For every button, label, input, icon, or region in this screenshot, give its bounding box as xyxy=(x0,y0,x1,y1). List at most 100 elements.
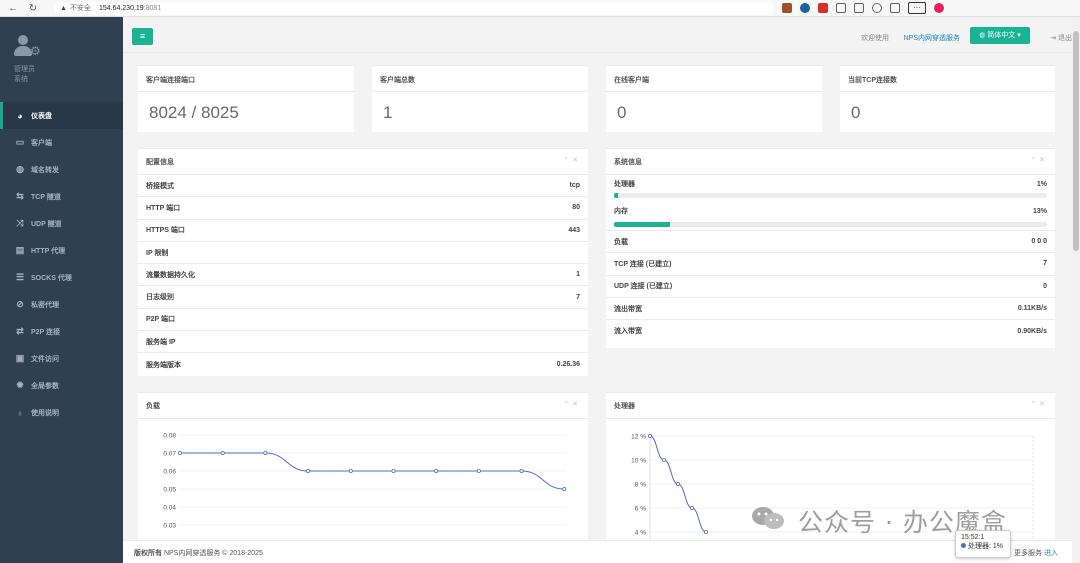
panel-title: 负载 xyxy=(146,403,160,410)
row-label: HTTP 端口 xyxy=(146,204,181,212)
extension-icon[interactable] xyxy=(782,3,792,13)
stat-title: 客户端总数 xyxy=(380,77,415,84)
data-point xyxy=(476,469,481,474)
tooltip-time: 15:52:1 xyxy=(961,534,985,541)
wechat-logo-icon xyxy=(752,507,784,529)
close-icon[interactable]: ✕ xyxy=(1039,401,1048,408)
system-panel: 系统信息 ⌃✕ 处理器 1% 内存 13% 负载 0 0 0 TCP 连接 (已建立… xyxy=(606,148,1055,348)
server-icon: ▤ xyxy=(15,245,25,255)
sidebar-menu: ◕ 仪表盘 ▭ 客户端 ◍ 域名转发 ⇆ TCP 隧道 ⤨ UDP 隧道 ▤ HTTP 代理 ☰ SOCK… xyxy=(0,102,123,426)
load-line-chart: 0.08 0.07 0.06 0.05 0.04 0.03 xyxy=(163,433,567,530)
info-row: 流入带宽 0.90KB/s xyxy=(606,320,1055,342)
row-value: 7 xyxy=(1043,260,1047,268)
collapse-icon[interactable]: ⌃ xyxy=(1030,401,1039,408)
close-icon[interactable]: ✕ xyxy=(572,157,581,164)
footer: 版权所有 NPS内网穿透服务 © 2018-2025 更多服务 进入 xyxy=(123,540,1080,563)
sidebar-item-label: 私密代理 xyxy=(31,301,59,309)
info-row: 桥接模式 tcp xyxy=(138,175,588,198)
browser-toolbar: ← ↻ ▲ 不安全 154.64.230.19 :8081 ··· xyxy=(0,0,1080,17)
data-point xyxy=(178,451,183,456)
sidebar-item[interactable]: ⇄ P2P 连接 xyxy=(0,318,123,345)
monitor-icon: ▭ xyxy=(15,137,25,147)
sidebar-item[interactable]: ▤ HTTP 代理 xyxy=(0,237,123,264)
extension-icon[interactable] xyxy=(818,3,828,13)
row-label: IP 限制 xyxy=(146,249,169,257)
stat-title: 在线客户端 xyxy=(614,77,649,84)
collapse-icon[interactable]: ⌃ xyxy=(1030,157,1039,164)
data-point xyxy=(306,469,311,474)
sidebar-item[interactable]: ⤨ UDP 隧道 xyxy=(0,210,123,237)
data-point xyxy=(220,451,225,456)
data-point xyxy=(391,469,396,474)
sidebar-item[interactable]: ☰ SOCKS 代理 xyxy=(0,264,123,291)
bulb-icon: ♁ xyxy=(16,407,24,418)
y-tick-label: 0.06 xyxy=(163,469,176,476)
history-icon[interactable] xyxy=(872,3,882,13)
copyright-text: NPS内网穿透服务 © 2018-2025 xyxy=(162,550,263,557)
page-scrollbar[interactable] xyxy=(1072,17,1080,563)
info-row: 流出带宽 0.11KB/s xyxy=(606,298,1055,321)
info-row: 服务端 IP xyxy=(138,331,588,354)
row-label: TCP 连接 (已建立) xyxy=(614,260,672,268)
row-label: 流入带宽 xyxy=(614,328,642,336)
panel-title: 系统信息 xyxy=(614,159,642,166)
language-dropdown[interactable]: ◍ 简体中文 ▾ xyxy=(970,27,1030,44)
info-row: IP 限制 xyxy=(138,242,588,265)
sidebar-item[interactable]: ◍ 域名转发 xyxy=(0,156,123,183)
gear-icon: ✹ xyxy=(16,380,24,390)
extension-icon[interactable] xyxy=(800,3,810,13)
y-tick-label: 8 % xyxy=(635,482,646,489)
back-icon[interactable]: ← xyxy=(6,1,20,15)
user-name[interactable]: 管理员 xyxy=(14,64,123,74)
row-label: UDP 连接 (已建立) xyxy=(614,283,673,291)
collapse-icon[interactable]: ⌃ xyxy=(563,401,572,408)
copilot-icon[interactable] xyxy=(934,3,944,13)
collapse-icon[interactable]: ⌃ xyxy=(563,157,572,164)
sidebar-item[interactable]: ⊘ 私密代理 xyxy=(0,291,123,318)
row-value: 0.11KB/s xyxy=(1017,305,1047,313)
top-navbar: ≡ 欢迎使用 NPS内网穿透服务 ◍ 简体中文 ▾ ⇥ 退出 xyxy=(123,17,1080,53)
info-row: 日志级别 7 xyxy=(138,286,588,309)
stat-card: 客户端连接端口 8024 / 8025 xyxy=(138,65,354,132)
reload-icon[interactable]: ↻ xyxy=(26,1,40,15)
more-icon[interactable]: ··· xyxy=(908,2,926,14)
stat-value: 1 xyxy=(383,103,393,122)
close-icon[interactable]: ✕ xyxy=(572,401,581,408)
url-host: 154.64.230.19 xyxy=(98,4,144,12)
row-value: 80 xyxy=(572,204,580,212)
stat-title: 当前TCP连接数 xyxy=(848,77,897,84)
data-point xyxy=(690,506,695,511)
enter-link[interactable]: 进入 xyxy=(1044,548,1058,558)
sidebar-item[interactable]: ✹ 全局参数 xyxy=(0,372,123,399)
sidebar-item[interactable]: ▭ 客户端 xyxy=(0,129,123,156)
favorites-icon[interactable] xyxy=(854,3,864,13)
row-value: 0 0 0 xyxy=(1031,238,1047,246)
sidebar-item[interactable]: ▣ 文件访问 xyxy=(0,345,123,372)
info-row: P2P 端口 xyxy=(138,309,588,332)
sidebar-item-label: P2P 连接 xyxy=(31,328,61,336)
info-row: HTTPS 端口 443 xyxy=(138,220,588,242)
sidebar-item[interactable]: ◕ 仪表盘 xyxy=(0,102,123,129)
copyright-bold: 版权所有 xyxy=(134,550,162,557)
address-bar[interactable]: ▲ 不安全 154.64.230.19 :8081 xyxy=(54,1,774,15)
y-tick-label: 0.05 xyxy=(163,487,176,494)
nps-link[interactable]: NPS内网穿透服务 xyxy=(904,33,960,43)
data-point xyxy=(562,487,567,492)
row-value: 0.90KB/s xyxy=(1017,327,1047,335)
row-label: 服务端 IP xyxy=(146,338,176,346)
data-point xyxy=(263,451,268,456)
data-point xyxy=(648,433,653,438)
menu-toggle-button[interactable]: ≡ xyxy=(132,28,153,45)
extension-icon[interactable] xyxy=(836,3,846,13)
data-point xyxy=(676,482,681,487)
share-icon[interactable] xyxy=(890,3,900,13)
row-label: 桥接模式 xyxy=(146,182,174,190)
row-value: 443 xyxy=(568,226,580,234)
sidebar-item[interactable]: ⇆ TCP 隧道 xyxy=(0,183,123,210)
close-icon[interactable]: ✕ xyxy=(1039,157,1048,164)
cpu-row: 处理器 1% xyxy=(606,175,1055,193)
language-label: 简体中文 xyxy=(987,32,1016,39)
y-tick-label: 0.08 xyxy=(163,433,176,440)
logout-link[interactable]: ⇥ 退出 xyxy=(1050,33,1072,43)
sidebar-item[interactable]: ♁ 使用说明 xyxy=(0,399,123,426)
